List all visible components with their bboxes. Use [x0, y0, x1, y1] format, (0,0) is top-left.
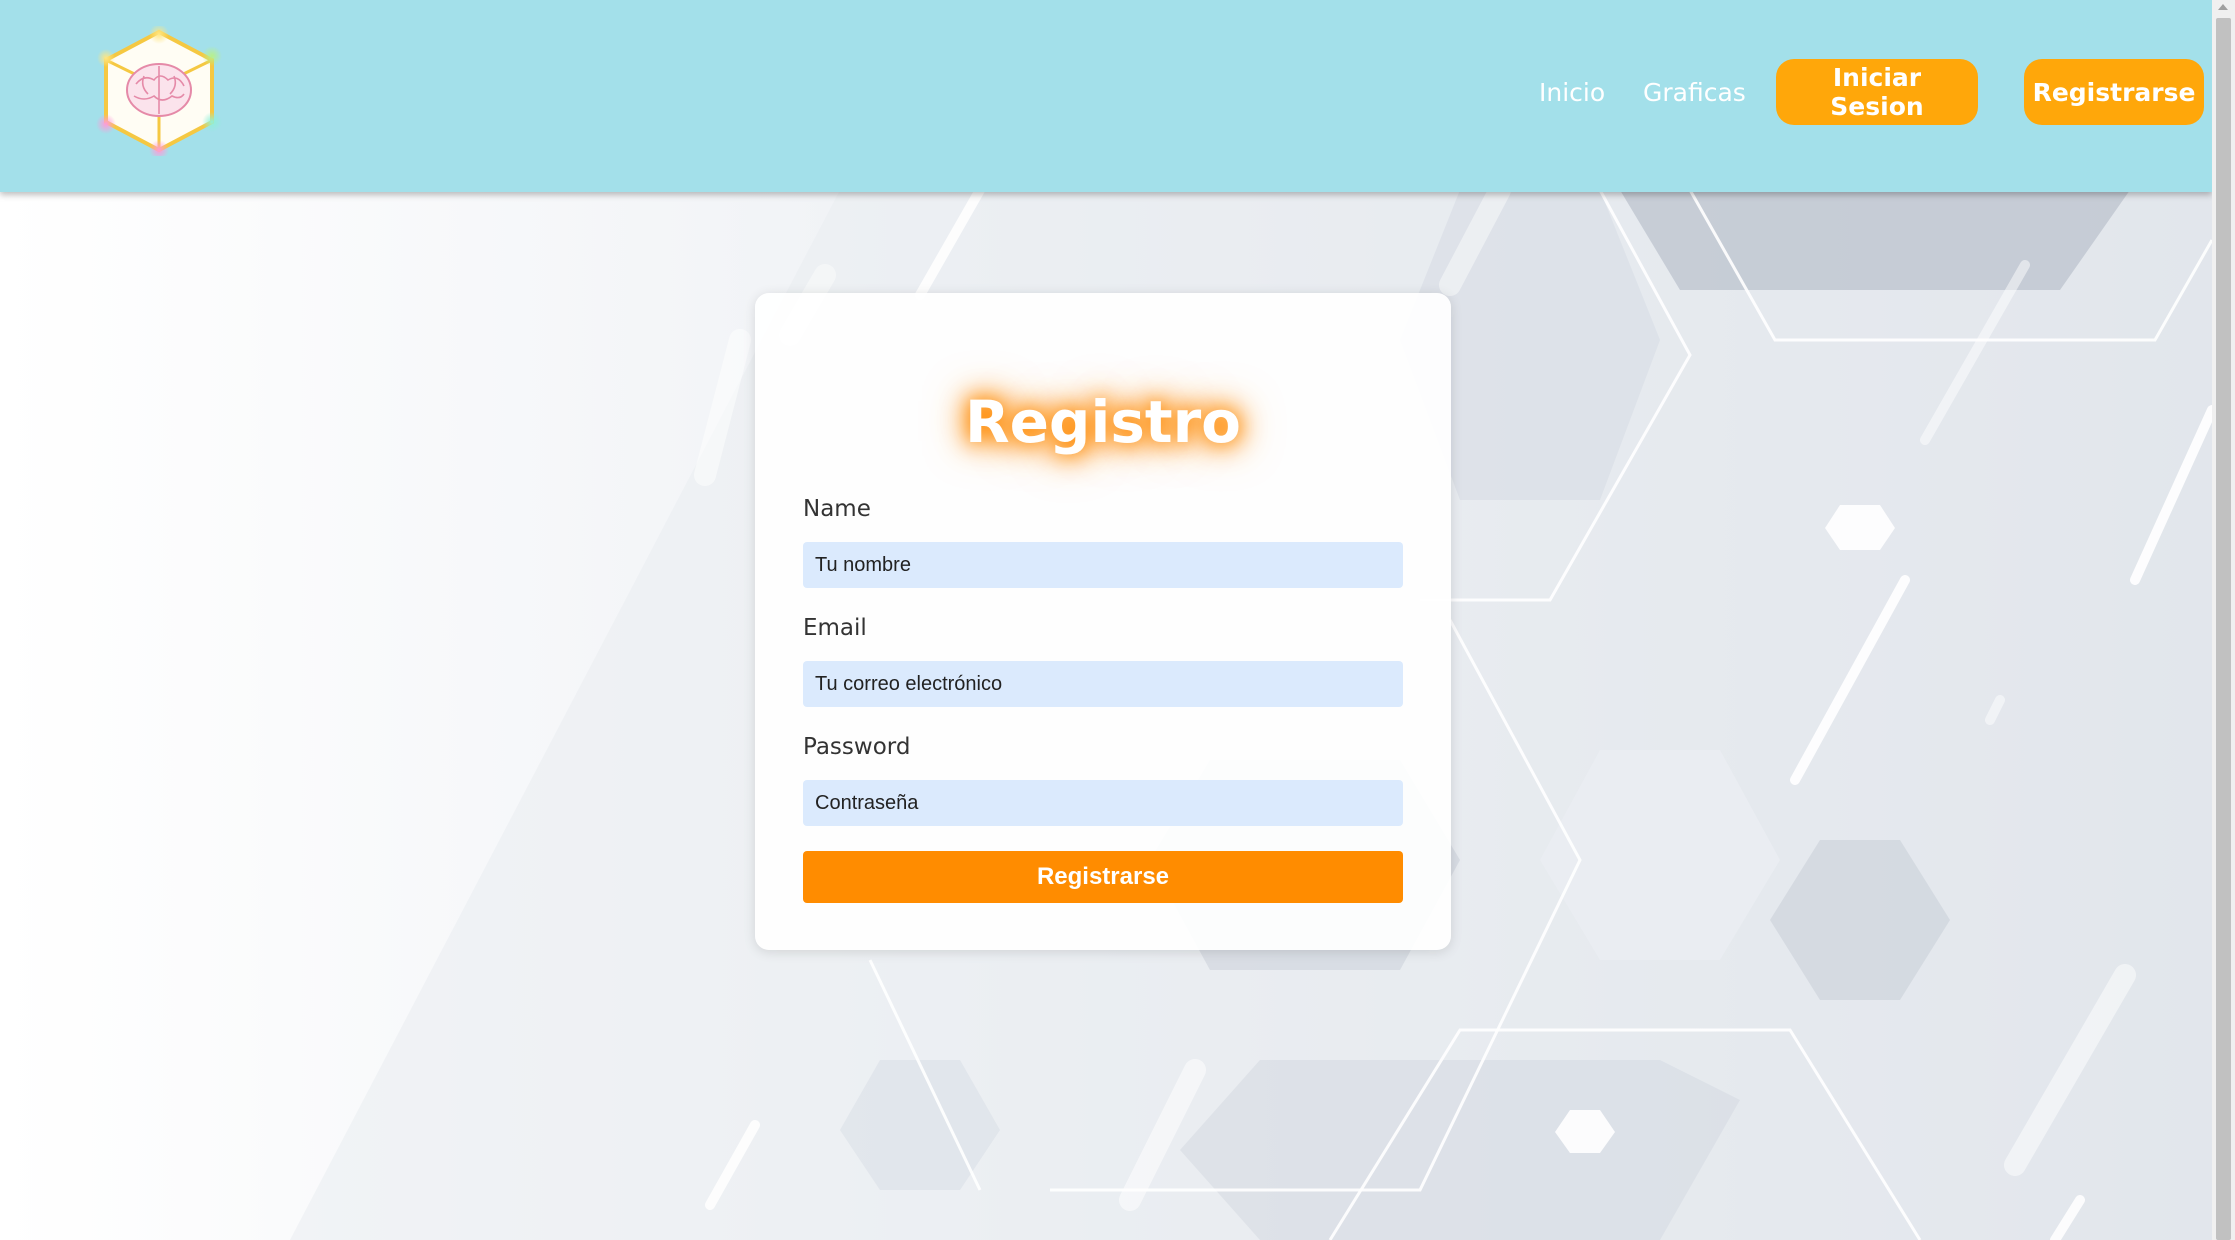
- navbar: Inicio Graficas Iniciar Sesion Registrar…: [0, 0, 2212, 192]
- registration-card: Registro Name Email Password Registrarse: [755, 293, 1451, 950]
- page: Inicio Graficas Iniciar Sesion Registrar…: [0, 0, 2212, 1240]
- email-input[interactable]: [803, 661, 1403, 707]
- email-label: Email: [803, 615, 867, 641]
- register-nav-button[interactable]: Registrarse: [2024, 59, 2204, 125]
- password-label: Password: [803, 734, 911, 760]
- register-submit-button[interactable]: Registrarse: [803, 851, 1403, 903]
- login-button[interactable]: Iniciar Sesion: [1776, 59, 1978, 125]
- brain-cube-logo[interactable]: [94, 26, 224, 156]
- name-input[interactable]: [803, 542, 1403, 588]
- form-title: Registro: [964, 388, 1242, 456]
- nav-link-charts[interactable]: Graficas: [1643, 76, 1746, 110]
- scrollbar-thumb[interactable]: [2216, 18, 2231, 1240]
- password-input[interactable]: [803, 780, 1403, 826]
- nav-link-home[interactable]: Inicio: [1539, 76, 1605, 110]
- vertical-scrollbar[interactable]: [2212, 0, 2235, 1240]
- name-label: Name: [803, 496, 871, 522]
- scroll-up-arrow-icon[interactable]: [2218, 4, 2228, 10]
